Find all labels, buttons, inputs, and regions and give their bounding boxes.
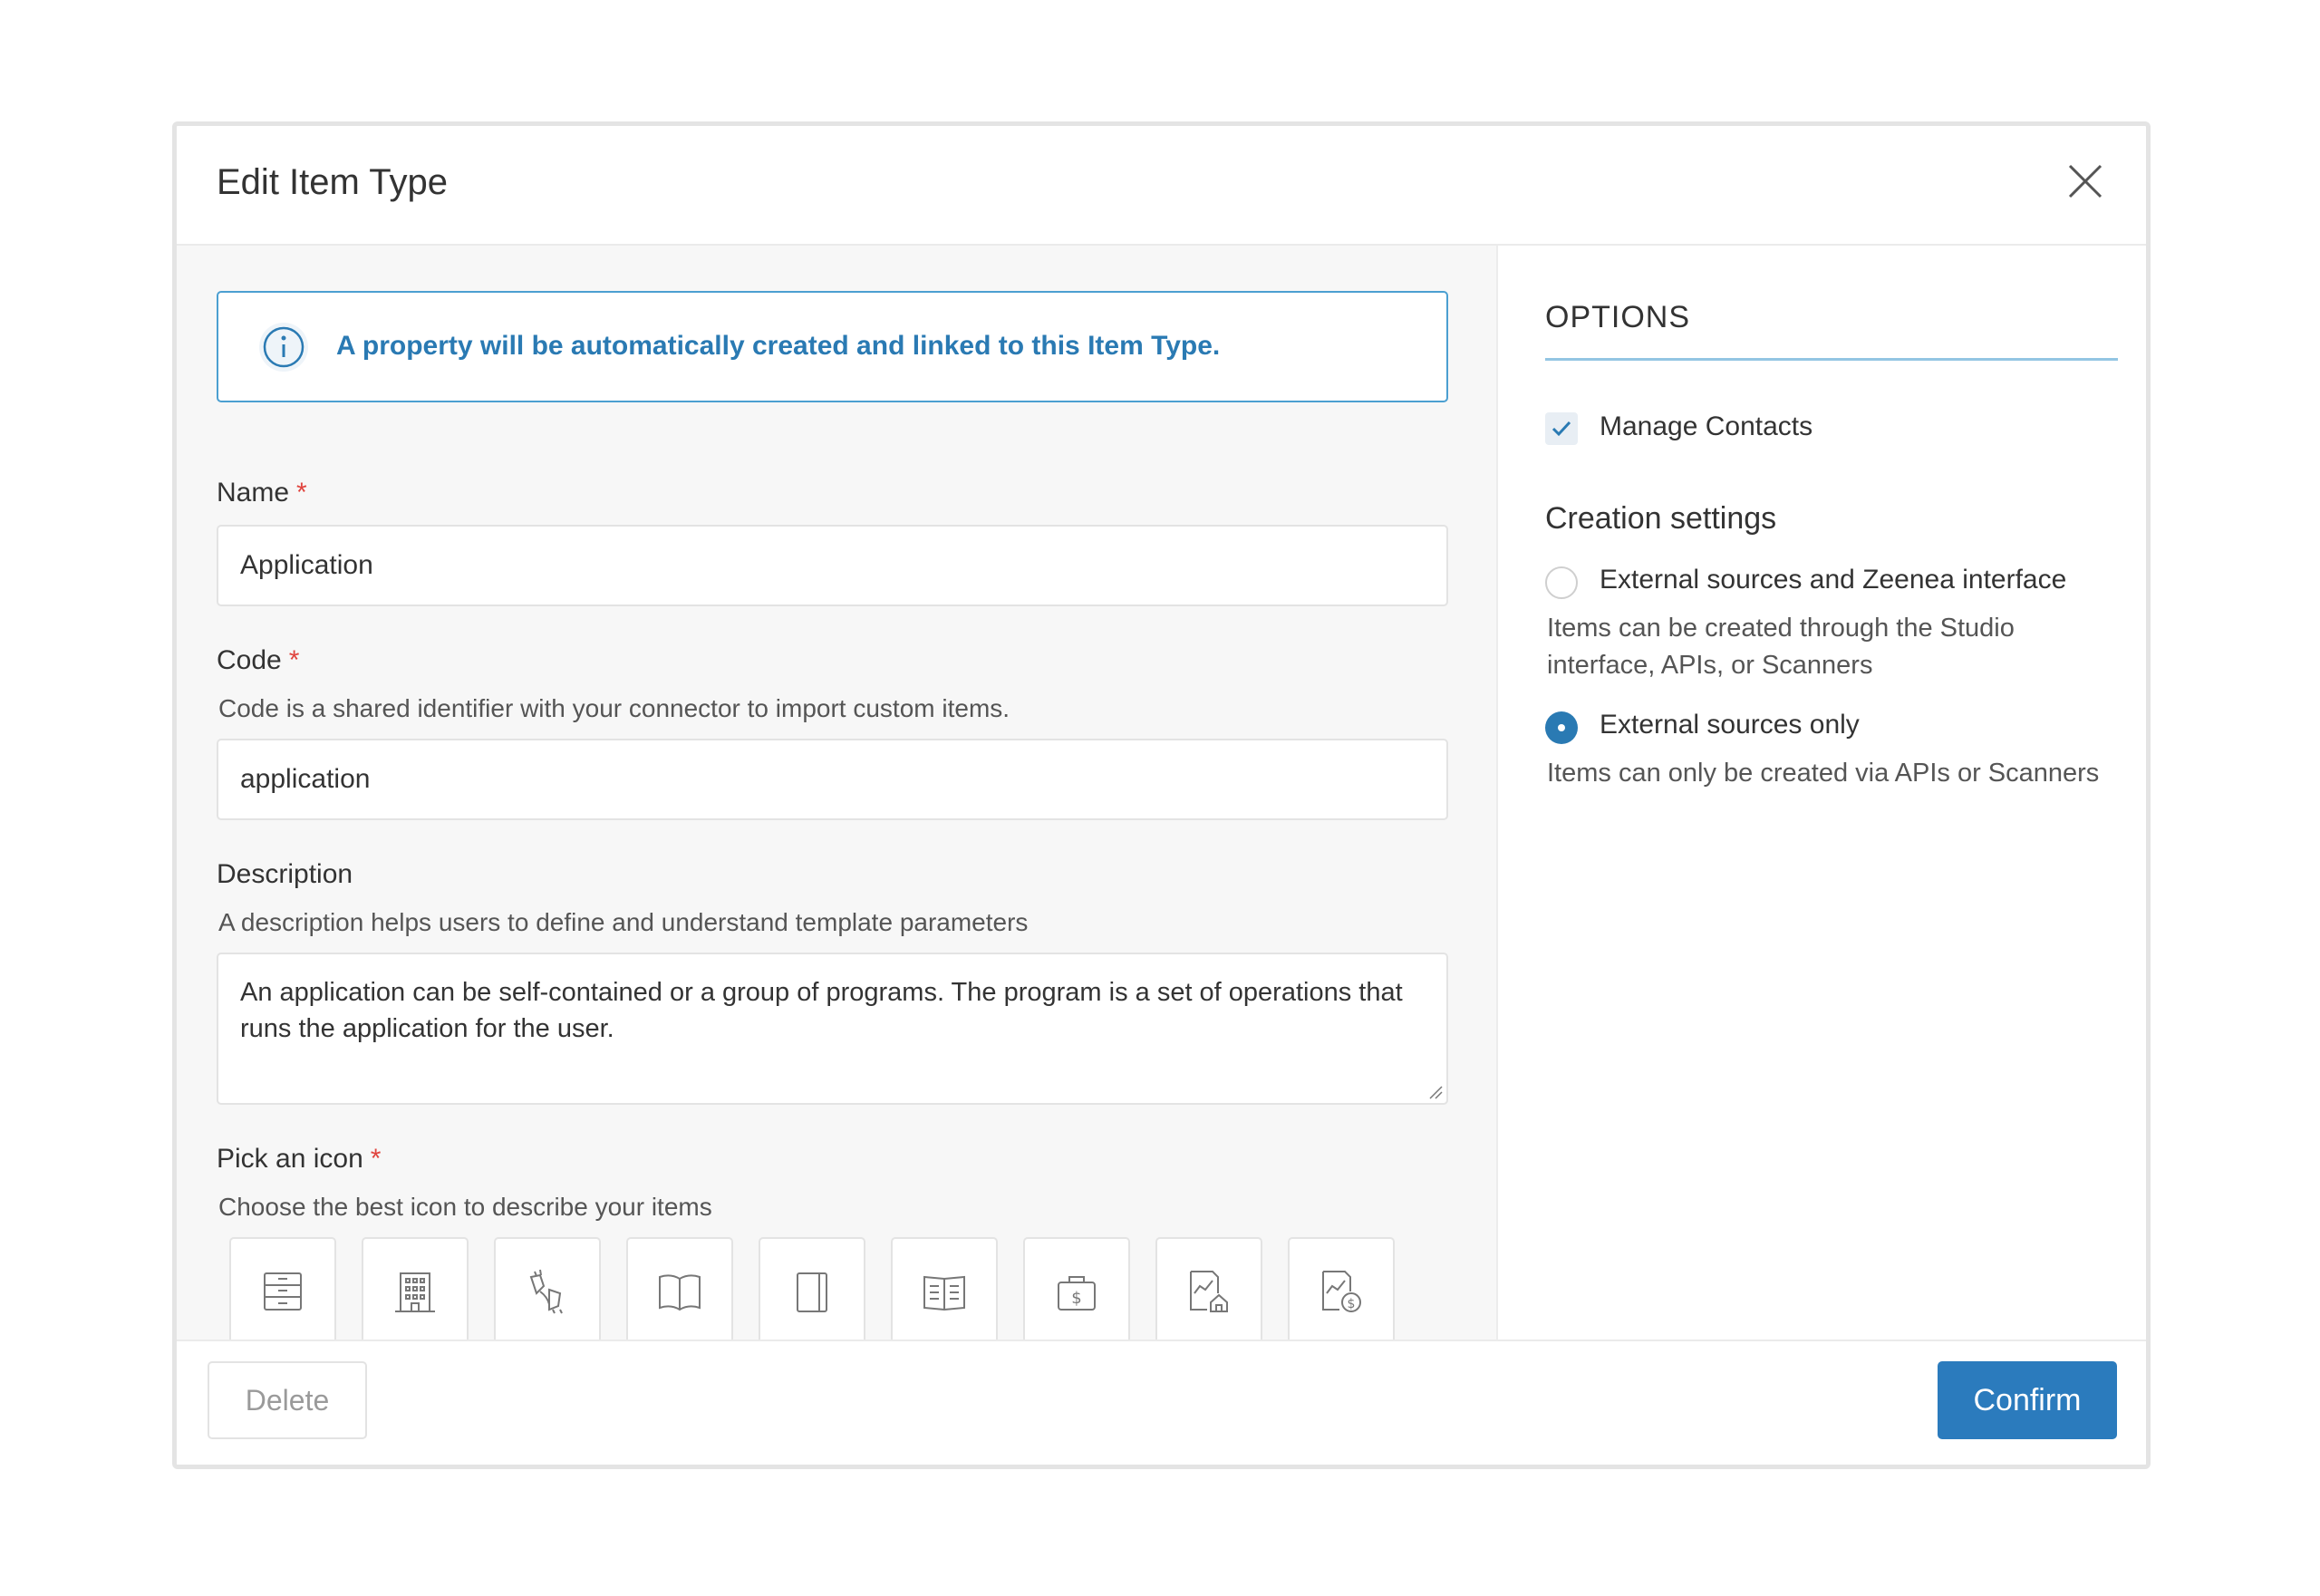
- money-bag-icon: $: [1058, 1276, 1096, 1311]
- delete-button[interactable]: Delete: [208, 1361, 367, 1439]
- required-mark: *: [288, 645, 300, 675]
- open-book-text-icon: [923, 1275, 965, 1311]
- radio-external-only-label: External sources only: [1600, 710, 1860, 740]
- icon-option[interactable]: [362, 1237, 469, 1346]
- manage-contacts-checkbox[interactable]: [1545, 412, 1578, 445]
- dialog-footer: Delete Confirm: [177, 1340, 2146, 1465]
- icon-option[interactable]: $: [1023, 1237, 1130, 1346]
- resize-handle-icon[interactable]: [1428, 1085, 1443, 1099]
- description-text: An application can be self-contained or …: [240, 978, 1403, 1043]
- info-message: A property will be automatically created…: [336, 331, 1221, 361]
- building-icon: [395, 1272, 435, 1312]
- confirm-button[interactable]: Confirm: [1938, 1361, 2117, 1439]
- options-divider: [1545, 358, 2118, 361]
- chart-document-dollar-icon: $: [1322, 1271, 1361, 1312]
- description-textarea[interactable]: An application can be self-contained or …: [217, 953, 1448, 1105]
- code-label: Code *: [217, 645, 300, 675]
- options-pane: OPTIONS Manage Contacts Creation setting…: [1496, 246, 2146, 1346]
- icon-option[interactable]: [229, 1237, 336, 1346]
- name-label: Name *: [217, 478, 307, 508]
- icon-option[interactable]: [494, 1237, 601, 1346]
- open-book-icon: [659, 1274, 701, 1311]
- icon-picker-help-text: Choose the best icon to describe your it…: [218, 1193, 712, 1221]
- manage-contacts-label: Manage Contacts: [1600, 411, 1813, 441]
- dialog-header: Edit Item Type: [177, 126, 2146, 246]
- form-pane: A property will be automatically created…: [177, 246, 1496, 1346]
- archive-drawers-icon: [264, 1272, 302, 1311]
- radio-external-and-zeenea[interactable]: [1545, 566, 1578, 599]
- icon-picker-label: Pick an icon *: [217, 1144, 382, 1174]
- edit-item-type-dialog: Edit Item Type A property will be automa…: [172, 121, 2151, 1469]
- icon-option[interactable]: [1155, 1237, 1262, 1346]
- radio-external-only-help: Items can only be created via APIs or Sc…: [1547, 759, 2100, 788]
- icon-option[interactable]: $: [1288, 1237, 1395, 1346]
- required-mark: *: [296, 478, 307, 508]
- code-help-text: Code is a shared identifier with your co…: [218, 694, 1010, 722]
- chart-document-home-icon: [1190, 1271, 1228, 1312]
- svg-text:$: $: [1071, 1289, 1081, 1308]
- checkmark-icon: [1552, 421, 1571, 437]
- code-input[interactable]: application: [217, 739, 1448, 820]
- name-input[interactable]: Application: [217, 525, 1448, 606]
- radio-external-and-zeenea-help: Items can be created through the Studio …: [1547, 614, 2015, 680]
- plug-connector-icon: [529, 1269, 563, 1314]
- icon-option[interactable]: [626, 1237, 733, 1346]
- options-title: OPTIONS: [1545, 300, 1691, 334]
- close-icon[interactable]: [2064, 160, 2106, 202]
- radio-external-only[interactable]: [1545, 711, 1578, 744]
- description-help-text: A description helps users to define and …: [218, 908, 1029, 936]
- radio-external-and-zeenea-label: External sources and Zeenea interface: [1600, 565, 2067, 595]
- description-label: Description: [217, 859, 353, 889]
- icon-option[interactable]: [759, 1237, 865, 1346]
- notebook-icon: [797, 1272, 827, 1312]
- creation-settings-title: Creation settings: [1545, 501, 1777, 536]
- info-banner: A property will be automatically created…: [217, 291, 1448, 402]
- svg-text:$: $: [1348, 1297, 1356, 1311]
- icon-option[interactable]: [891, 1237, 998, 1346]
- required-mark: *: [370, 1144, 382, 1174]
- info-icon: [259, 323, 308, 372]
- dialog-title: Edit Item Type: [217, 162, 448, 202]
